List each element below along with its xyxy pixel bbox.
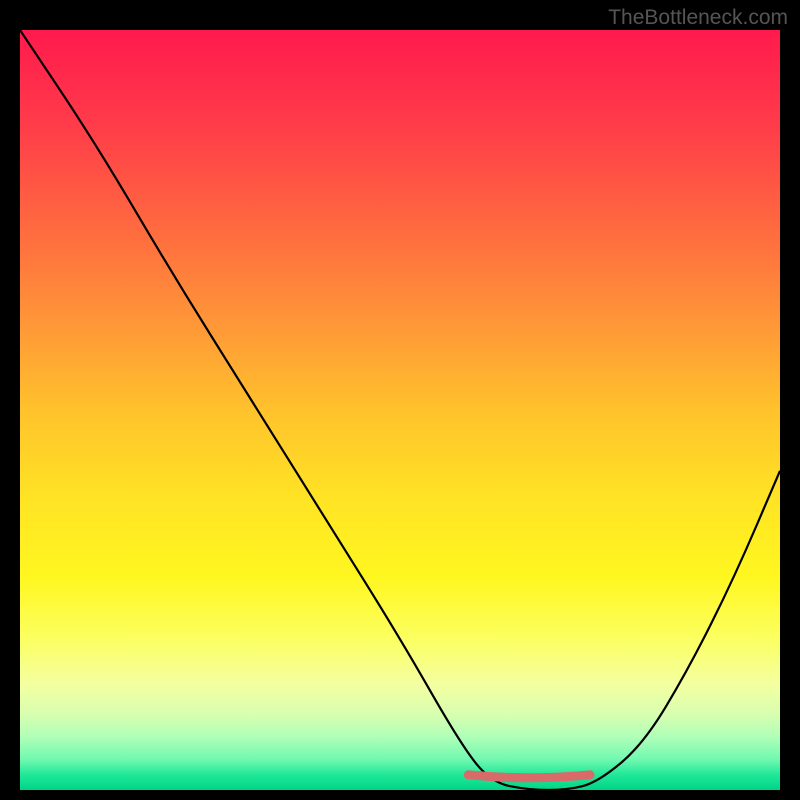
plot-area	[20, 30, 780, 790]
watermark-label: TheBottleneck.com	[608, 6, 788, 30]
chart-container: TheBottleneck.com	[0, 0, 800, 800]
bottleneck-curve	[20, 30, 780, 790]
highlight-segment	[468, 775, 590, 778]
curve-layer	[20, 30, 780, 790]
